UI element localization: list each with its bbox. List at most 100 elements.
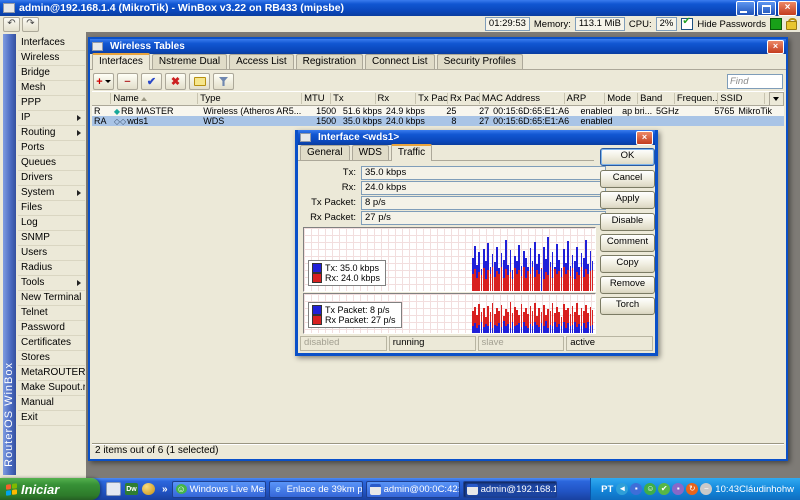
interface-dialog-titlebar[interactable]: Interface <wds1> × — [298, 130, 655, 145]
enable-button[interactable]: ✔ — [141, 73, 162, 90]
sidebar-item-certificates[interactable]: Certificates — [18, 336, 85, 351]
column-select-button[interactable] — [769, 92, 784, 106]
table-row-wds1[interactable]: RA◇◇wds1WDS150035.0 kbps24.0 kbps82700:1… — [92, 116, 784, 126]
column-header-rx[interactable]: Rx — [376, 93, 417, 104]
add-button[interactable]: + — [93, 73, 114, 90]
tab-traffic[interactable]: Traffic — [391, 144, 432, 161]
remove-button[interactable]: Remove — [600, 276, 655, 294]
ok-button[interactable]: OK — [600, 148, 655, 166]
sidebar-item-exit[interactable]: Exit — [18, 411, 85, 426]
column-header-band[interactable]: Band — [638, 93, 675, 104]
sidebar-item-log[interactable]: Log — [18, 216, 85, 231]
sidebar-item-snmp[interactable]: SNMP — [18, 231, 85, 246]
messenger-contact-icon[interactable]: ☺ — [644, 483, 656, 495]
sidebar-item-bridge[interactable]: Bridge — [18, 66, 85, 81]
comment-button[interactable] — [189, 73, 210, 90]
sidebar-item-metarouter[interactable]: MetaROUTER — [18, 366, 85, 381]
sidebar-item-mesh[interactable]: Mesh — [18, 81, 85, 96]
quick-launch-overflow-icon[interactable]: » — [162, 484, 168, 495]
column-header-tx[interactable]: Tx — [331, 93, 375, 104]
sidebar-item-queues[interactable]: Queues — [18, 156, 85, 171]
tab-interfaces[interactable]: Interfaces — [92, 53, 150, 70]
minimize-button[interactable] — [736, 1, 755, 16]
language-indicator[interactable]: PT — [601, 484, 613, 495]
sidebar-item-users[interactable]: Users — [18, 246, 85, 261]
sidebar-item-wireless[interactable]: Wireless — [18, 51, 85, 66]
sidebar-item-radius[interactable]: Radius — [18, 261, 85, 276]
show-desktop-icon[interactable] — [106, 482, 121, 496]
tab-general[interactable]: General — [300, 145, 350, 160]
task-admin-192-168-1-4[interactable]: admin@192.168.1.4 ... — [463, 481, 557, 498]
column-header-mode[interactable]: Mode — [605, 93, 638, 104]
column-header-flags[interactable] — [92, 93, 111, 104]
sidebar-item-system[interactable]: System — [18, 186, 85, 201]
quick-launch: Dw — [100, 482, 161, 496]
field-value-tx: 35.0 kbps — [361, 166, 606, 180]
sidebar-item-password[interactable]: Password — [18, 321, 85, 336]
close-button[interactable]: × — [778, 1, 797, 16]
sidebar-item-tools[interactable]: Tools — [18, 276, 85, 291]
tab-wds[interactable]: WDS — [352, 145, 389, 160]
wireless-tables-close-button[interactable]: × — [767, 40, 784, 54]
column-header-mtu[interactable]: MTU — [302, 93, 331, 104]
task-enlace-de-39km-paro[interactable]: eEnlace de 39km paro ... — [269, 481, 363, 498]
messenger-status-icon[interactable]: − — [700, 483, 712, 495]
filter-button[interactable] — [213, 73, 234, 90]
hide-passwords-checkbox[interactable]: ✔ — [681, 18, 693, 30]
usb-device-icon[interactable]: ▪ — [672, 483, 684, 495]
task-admin-00-0c-42-43[interactable]: admin@00:0C:42:43:... — [366, 481, 460, 498]
download-manager-icon[interactable]: ↻ — [686, 483, 698, 495]
copy-button[interactable]: Copy — [600, 255, 655, 273]
column-header-type[interactable]: Type — [198, 93, 302, 104]
disable-button[interactable]: ✖ — [165, 73, 186, 90]
column-header-name[interactable]: Name — [111, 93, 198, 104]
cancel-button[interactable]: Cancel — [600, 170, 655, 188]
column-header-frequen[interactable]: Frequen... — [675, 93, 718, 104]
table-row-rb-master[interactable]: R◆RB MASTERWireless (Atheros AR5...15005… — [92, 106, 784, 116]
comment-button[interactable]: Comment — [600, 234, 655, 252]
tab-security-profiles[interactable]: Security Profiles — [437, 54, 523, 69]
maximize-button[interactable] — [757, 1, 776, 16]
sidebar-item-make-supout-rif[interactable]: Make Supout.rif — [18, 381, 85, 396]
sidebar-item-new-terminal[interactable]: New Terminal — [18, 291, 85, 306]
network-monitor-icon[interactable]: ▪ — [630, 483, 642, 495]
column-header-rx-pac[interactable]: Rx Pac... — [448, 93, 480, 104]
sidebar-item-ports[interactable]: Ports — [18, 141, 85, 156]
apply-button[interactable]: Apply — [600, 191, 655, 209]
remove-button[interactable]: − — [117, 73, 138, 90]
tab-nstreme-dual[interactable]: Nstreme Dual — [152, 54, 227, 69]
sidebar-item-routing[interactable]: Routing — [18, 126, 85, 141]
sidebar-item-stores[interactable]: Stores — [18, 351, 85, 366]
find-input[interactable] — [727, 74, 783, 89]
disable-button[interactable]: Disable — [600, 213, 655, 231]
sidebar-item-ip[interactable]: IP — [18, 111, 85, 126]
undo-button[interactable]: ↶ — [3, 17, 20, 32]
column-header-ssid[interactable]: SSID — [718, 93, 764, 104]
interface-dialog-close-button[interactable]: × — [636, 131, 653, 145]
brand-text: RouterOS WinBox — [3, 362, 16, 467]
task-windows-live-messen[interactable]: ☺Windows Live Messen... — [172, 481, 266, 498]
remote-session-icon[interactable]: ◄ — [616, 483, 628, 495]
dreamweaver-icon[interactable]: Dw — [125, 483, 138, 495]
legend-label: Rx Packet: 27 p/s — [325, 315, 396, 325]
redo-button[interactable]: ↷ — [22, 17, 39, 32]
media-player-icon[interactable] — [142, 483, 155, 495]
sidebar-item-telnet[interactable]: Telnet — [18, 306, 85, 321]
sidebar-item-ppp[interactable]: PPP — [18, 96, 85, 111]
torch-button[interactable]: Torch — [600, 297, 655, 315]
sidebar-item-manual[interactable]: Manual — [18, 396, 85, 411]
traffic-chart-rate: Tx: 35.0 kbpsRx: 24.0 kbps — [303, 227, 596, 292]
sidebar-item-interfaces[interactable]: Interfaces — [18, 36, 85, 51]
start-button[interactable]: Iniciar — [0, 478, 100, 500]
column-header-tx-pac[interactable]: Tx Pac... — [416, 93, 448, 104]
antivirus-shield-icon[interactable]: ✔ — [658, 483, 670, 495]
sidebar-item-drivers[interactable]: Drivers — [18, 171, 85, 186]
tab-access-list[interactable]: Access List — [229, 54, 294, 69]
tab-connect-list[interactable]: Connect List — [365, 54, 435, 69]
tab-registration[interactable]: Registration — [296, 54, 363, 69]
cell-tx: 35.0 kbps — [338, 116, 384, 126]
sidebar-item-files[interactable]: Files — [18, 201, 85, 216]
column-header-mac-address[interactable]: MAC Address — [480, 93, 565, 104]
wireless-tables-titlebar[interactable]: Wireless Tables × — [90, 39, 786, 54]
column-header-arp[interactable]: ARP — [565, 93, 606, 104]
